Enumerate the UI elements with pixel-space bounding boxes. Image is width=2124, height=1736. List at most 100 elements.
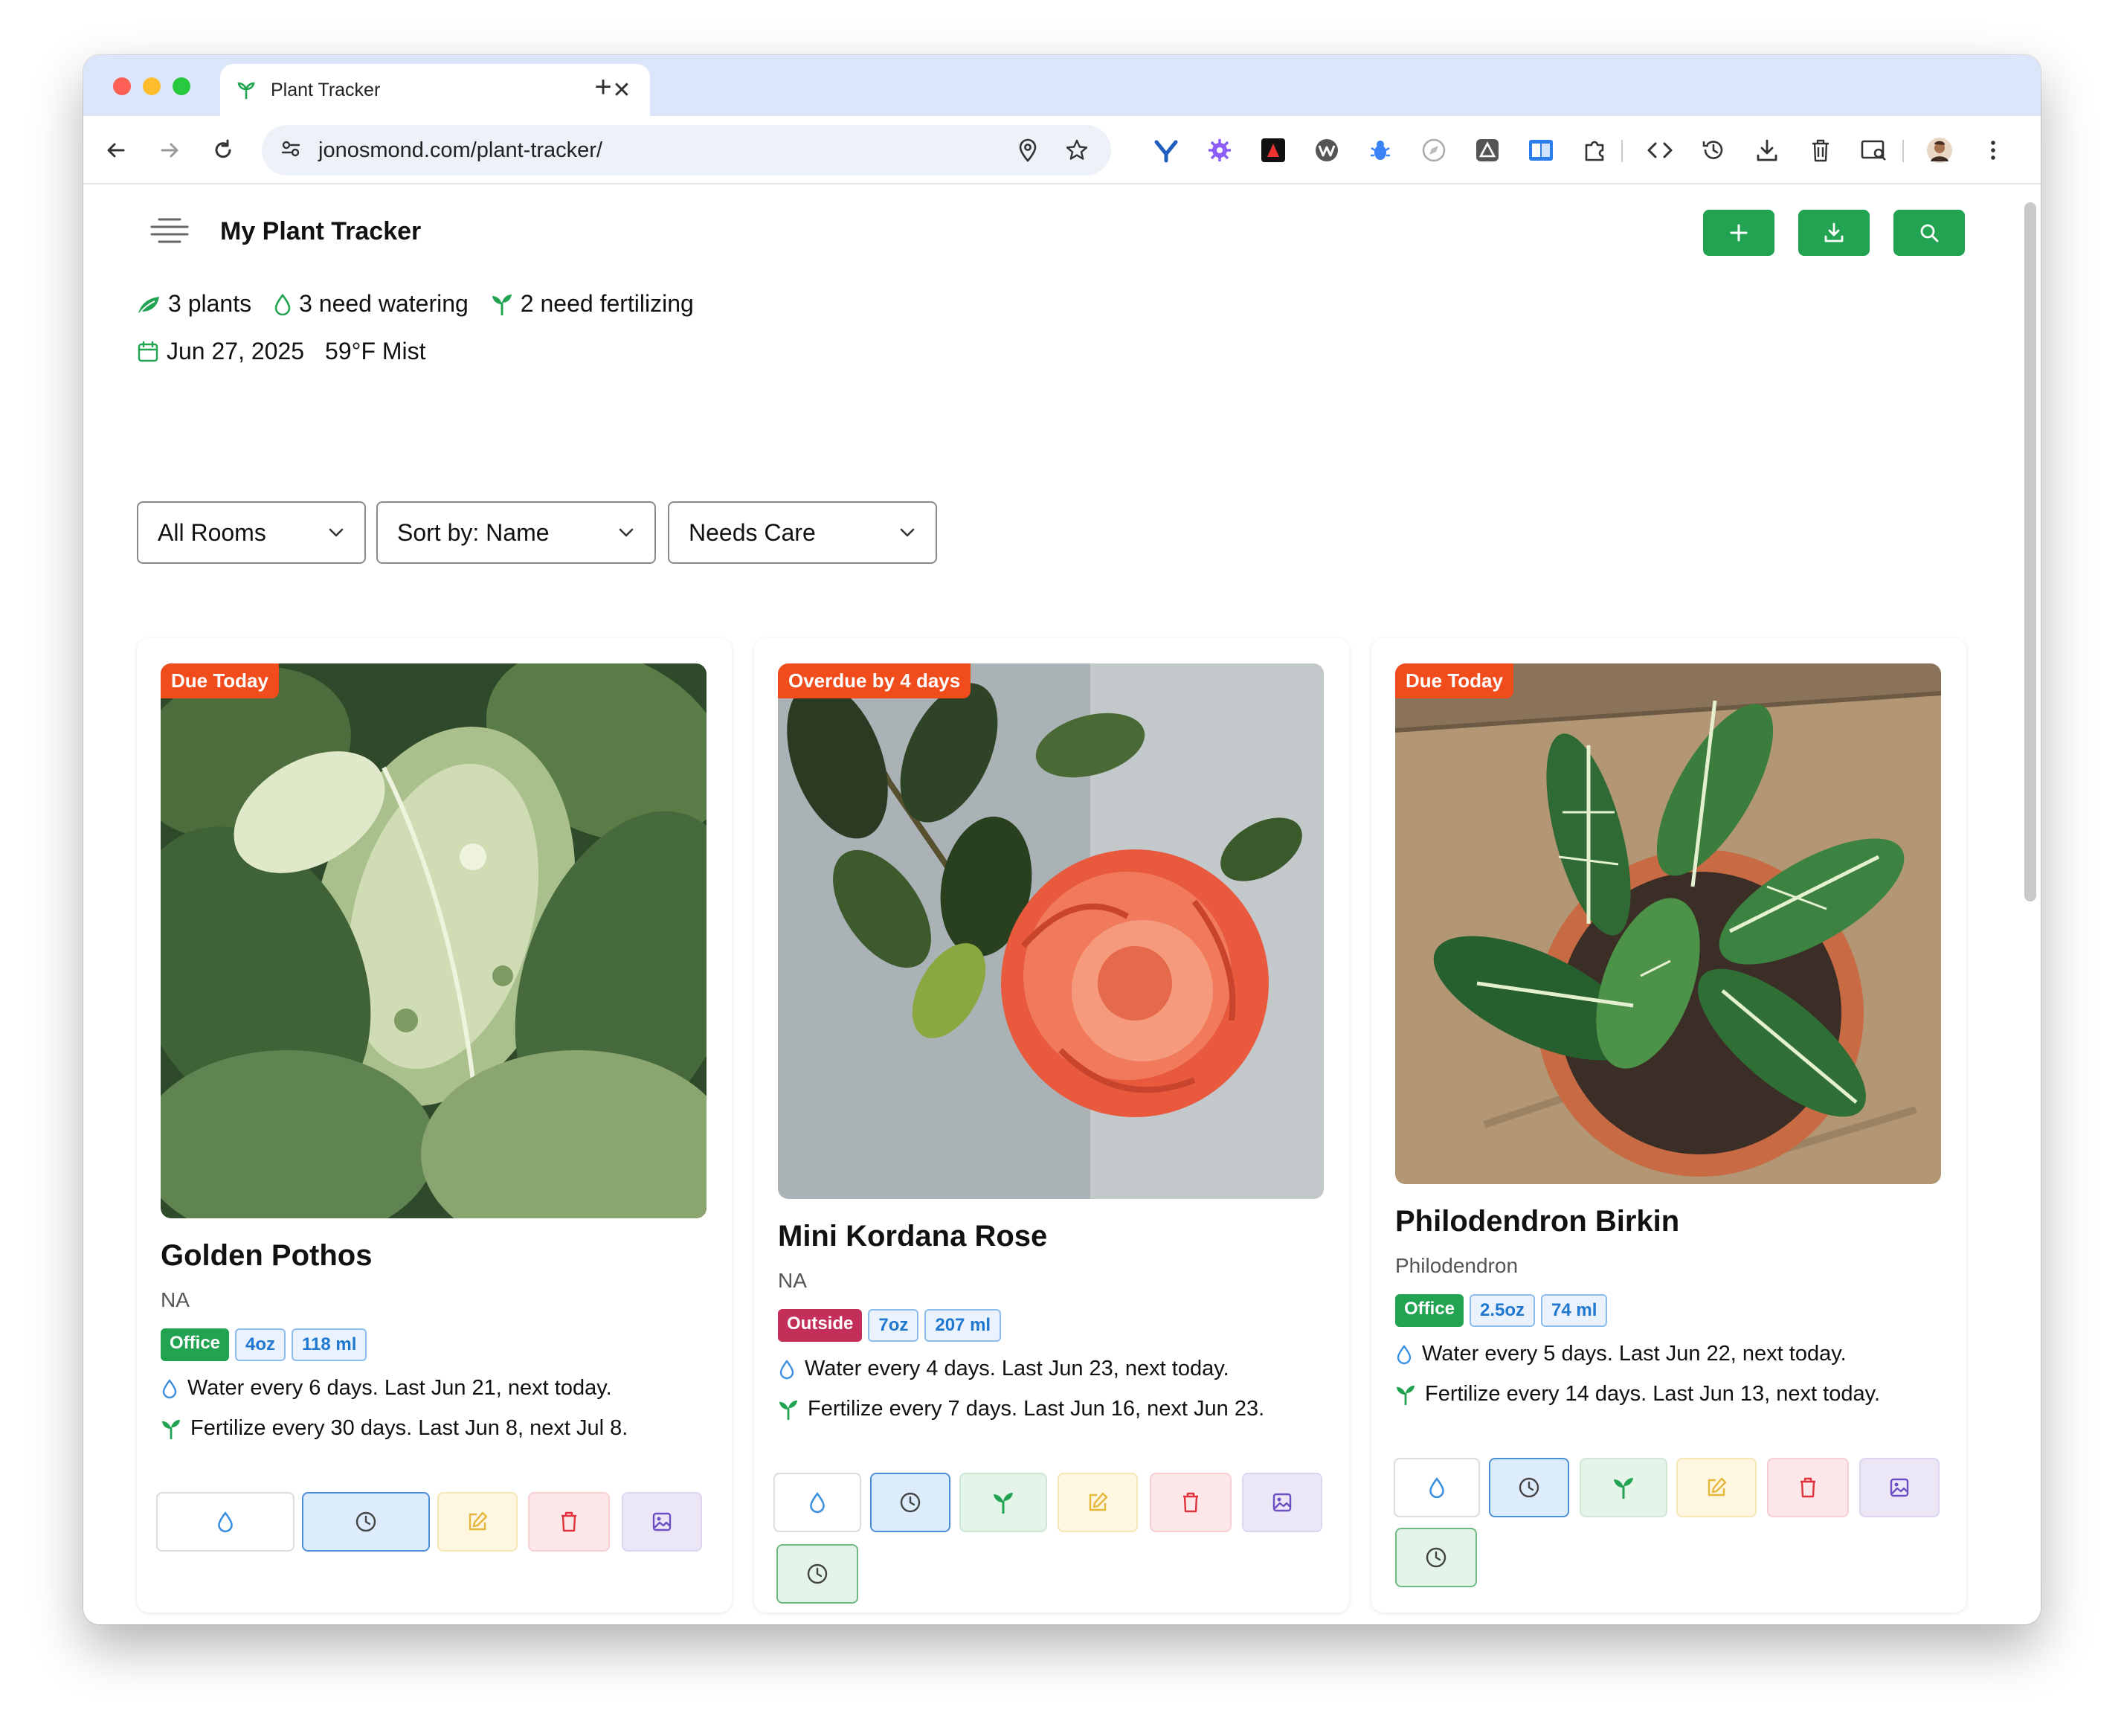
- room-filter-select[interactable]: All Rooms: [137, 501, 366, 564]
- water-drop-icon: [779, 1359, 794, 1379]
- add-plant-button[interactable]: [1703, 210, 1774, 256]
- sprout-icon: [161, 1419, 181, 1439]
- maximize-window-button[interactable]: [173, 77, 190, 95]
- clock-icon: [900, 1492, 921, 1513]
- downloads-icon[interactable]: [1752, 135, 1782, 165]
- location-icon[interactable]: [1011, 134, 1044, 167]
- delete-button[interactable]: [528, 1492, 610, 1552]
- search-icon: [1920, 224, 1939, 242]
- plant-name: Golden Pothos: [161, 1239, 373, 1272]
- plant-name: Mini Kordana Rose: [778, 1220, 1048, 1253]
- water-button[interactable]: [773, 1473, 861, 1532]
- close-window-button[interactable]: [113, 77, 131, 95]
- stat-watering: 3 need watering: [274, 290, 469, 318]
- tab-search-icon[interactable]: [1859, 135, 1889, 165]
- sprout-icon: [779, 1400, 798, 1420]
- minimize-window-button[interactable]: [143, 77, 161, 95]
- code-icon[interactable]: [1645, 135, 1675, 165]
- extension-w-icon[interactable]: [1312, 135, 1342, 165]
- clock-icon: [1519, 1477, 1539, 1498]
- trash-toolbar-icon[interactable]: [1806, 135, 1835, 165]
- water-drop-icon: [1397, 1344, 1412, 1364]
- leaf-icon: [138, 296, 159, 314]
- extension-bug-icon[interactable]: [1365, 135, 1395, 165]
- extension-y-icon[interactable]: [1151, 135, 1181, 165]
- delete-button[interactable]: [1767, 1458, 1849, 1517]
- room-tag: Outside: [778, 1309, 863, 1342]
- address-bar[interactable]: jonosmond.com/plant-tracker/: [262, 125, 1111, 176]
- philodendron-image: [1395, 663, 1941, 1184]
- plant-photo[interactable]: Due Today: [1395, 663, 1941, 1184]
- chevron-down-icon: [619, 528, 634, 537]
- snooze-button[interactable]: [302, 1492, 430, 1552]
- extensions-puzzle-icon[interactable]: [1580, 135, 1609, 165]
- toolbar-divider: [1902, 140, 1904, 162]
- menu-kebab-icon[interactable]: [1978, 135, 2008, 165]
- photo-button[interactable]: [622, 1492, 702, 1552]
- water-schedule-text: Water every 4 days. Last Jun 23, next to…: [805, 1357, 1229, 1380]
- extension-a-icon[interactable]: [1258, 135, 1288, 165]
- status-filter-select[interactable]: Needs Care: [668, 501, 937, 564]
- site-settings-icon[interactable]: [280, 138, 302, 164]
- water-amount-ml: 207 ml: [924, 1309, 1002, 1342]
- search-button[interactable]: [1893, 210, 1965, 256]
- fertilize-button[interactable]: [1580, 1458, 1667, 1517]
- water-schedule: Water every 5 days. Last Jun 22, next to…: [1395, 1342, 1847, 1366]
- snooze-button[interactable]: [870, 1473, 950, 1532]
- profile-avatar[interactable]: [1925, 135, 1954, 165]
- water-button[interactable]: [1394, 1458, 1480, 1517]
- plant-photo[interactable]: Overdue by 4 days: [778, 663, 1324, 1199]
- scrollbar[interactable]: [2018, 186, 2041, 1624]
- toolbar-divider: [1621, 140, 1623, 162]
- image-icon: [652, 1512, 672, 1531]
- scrollbar-thumb[interactable]: [2024, 202, 2036, 901]
- fertilize-schedule: Fertilize every 7 days. Last Jun 16, nex…: [778, 1397, 1264, 1421]
- extension-reader-icon[interactable]: [1526, 135, 1556, 165]
- reload-icon[interactable]: [205, 132, 241, 168]
- water-button[interactable]: [156, 1492, 295, 1552]
- water-drop-icon: [274, 293, 291, 315]
- sort-value: Sort by: Name: [397, 518, 550, 546]
- menu-logo-icon[interactable]: [149, 213, 190, 250]
- edit-button[interactable]: [437, 1492, 518, 1552]
- photo-button[interactable]: [1242, 1473, 1322, 1532]
- delete-button[interactable]: [1150, 1473, 1232, 1532]
- water-amount-oz: 7oz: [868, 1309, 919, 1342]
- calendar-icon: [138, 341, 158, 361]
- fertilize-snooze-button[interactable]: [1395, 1528, 1477, 1587]
- status-badge: Due Today: [1395, 663, 1513, 698]
- stat-fertilizing: 2 need fertilizing: [491, 290, 694, 318]
- fertilize-snooze-button[interactable]: [776, 1544, 858, 1604]
- new-tab-icon[interactable]: +: [585, 68, 622, 106]
- room-filter-value: All Rooms: [158, 518, 266, 546]
- app-title: My Plant Tracker: [220, 217, 422, 245]
- export-button[interactable]: [1798, 210, 1870, 256]
- sprout-icon: [1396, 1385, 1415, 1405]
- url-text: jonosmond.com/plant-tracker/: [318, 138, 602, 162]
- history-icon[interactable]: [1699, 135, 1728, 165]
- fertilize-schedule-text: Fertilize every 30 days. Last Jun 8, nex…: [190, 1416, 628, 1440]
- plant-tags: Office 2.5oz 74 ml: [1395, 1294, 1613, 1327]
- fertilize-button[interactable]: [959, 1473, 1047, 1532]
- forward-icon[interactable]: [152, 132, 187, 168]
- room-tag: Office: [1395, 1294, 1464, 1327]
- back-icon[interactable]: [98, 132, 134, 168]
- edit-icon: [469, 1511, 488, 1531]
- browser-toolbar: jonosmond.com/plant-tracker/: [83, 116, 2041, 184]
- extension-triangle-icon[interactable]: [1473, 135, 1502, 165]
- conditions-row: Jun 27, 2025 59°F Mist: [137, 338, 426, 365]
- photo-button[interactable]: [1859, 1458, 1940, 1517]
- edit-button[interactable]: [1676, 1458, 1757, 1517]
- water-amount-ml: 74 ml: [1541, 1294, 1608, 1327]
- edit-button[interactable]: [1058, 1473, 1138, 1532]
- extension-compass-icon[interactable]: [1419, 135, 1449, 165]
- rose-flower-image: [778, 663, 1324, 1199]
- snooze-button[interactable]: [1489, 1458, 1569, 1517]
- extension-gear-icon[interactable]: [1205, 135, 1235, 165]
- image-icon: [1890, 1478, 1909, 1497]
- plant-photo[interactable]: Due Today: [161, 663, 707, 1218]
- sort-select[interactable]: Sort by: Name: [376, 501, 656, 564]
- edit-icon: [1089, 1492, 1108, 1511]
- stat-plants: 3 plants: [137, 290, 251, 318]
- bookmark-star-icon[interactable]: [1061, 134, 1093, 167]
